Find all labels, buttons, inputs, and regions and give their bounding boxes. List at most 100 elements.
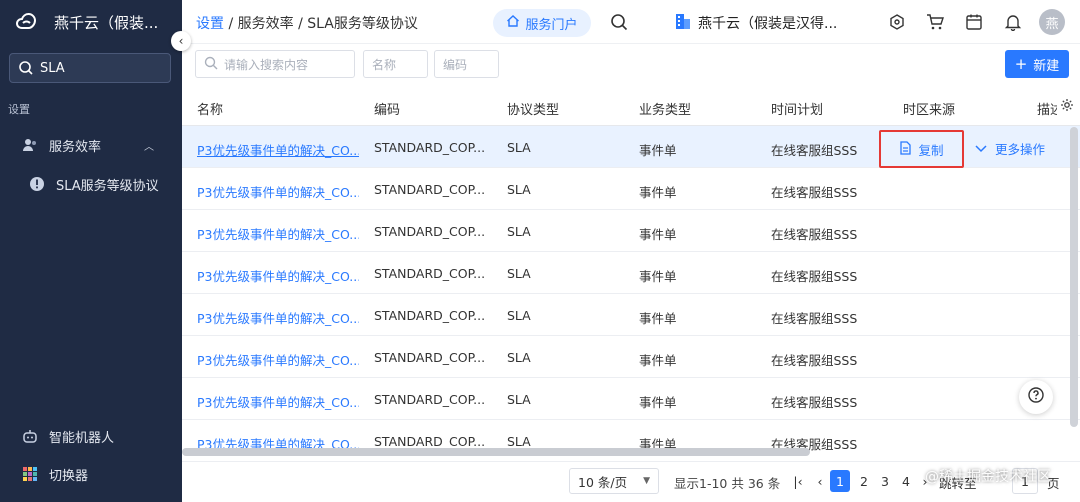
horizontal-scrollbar[interactable] <box>182 448 810 456</box>
row-time-plan: 在线客服组SSS <box>771 227 858 242</box>
home-icon <box>506 14 520 32</box>
row-protocol-type: SLA <box>507 266 531 281</box>
row-protocol-type: SLA <box>507 392 531 407</box>
row-time-plan: 在线客服组SSS <box>771 143 858 158</box>
table-row[interactable]: P3优先级事件单的解决_CO... STANDARD_COP... SLA 事件… <box>182 336 1080 378</box>
question-icon <box>1028 387 1044 407</box>
row-protocol-type: SLA <box>507 224 531 239</box>
row-protocol-type: SLA <box>507 140 531 155</box>
tenant-switcher[interactable]: 燕千云（假装是汉得... <box>674 12 864 34</box>
copy-button[interactable]: 复制 <box>879 130 964 168</box>
row-code: STANDARD_COP... <box>374 266 486 281</box>
search-icon <box>18 60 34 76</box>
help-button[interactable] <box>1019 380 1053 414</box>
table-row[interactable]: P3优先级事件单的解决_CO... STANDARD_COP... SLA 事件… <box>182 210 1080 252</box>
search-icon <box>204 56 218 73</box>
table-row[interactable]: P3优先级事件单的解决_CO... STANDARD_COP... SLA 事件… <box>182 252 1080 294</box>
row-business-type: 事件单 <box>639 353 677 368</box>
sidebar-item-label: 切换器 <box>49 468 89 484</box>
vertical-scrollbar[interactable] <box>1070 127 1078 427</box>
column-header-business-type[interactable]: 业务类型 <box>639 99 691 118</box>
new-button[interactable]: + 新建 <box>1005 50 1069 78</box>
caret-down-icon: ▼ <box>643 476 650 486</box>
robot-icon <box>20 426 40 446</box>
topbar: 设置 / 服务效率 / SLA服务等级协议 服务门户 燕千云（假装是汉得... … <box>182 0 1080 44</box>
copy-icon <box>899 140 912 158</box>
sidebar-item-label: 服务效率 <box>49 139 102 155</box>
breadcrumb-rest: / 服务效率 / SLA服务等级协议 <box>224 16 418 32</box>
row-code: STANDARD_COP... <box>374 182 486 197</box>
sidebar-header: 燕千云（假装... <box>0 0 182 44</box>
row-name-link[interactable]: P3优先级事件单的解决_CO... <box>197 350 359 369</box>
code-filter-placeholder: 编码 <box>443 57 468 72</box>
bell-icon[interactable] <box>1004 13 1022 32</box>
row-protocol-type: SLA <box>507 182 531 197</box>
row-business-type: 事件单 <box>639 269 677 284</box>
name-filter-placeholder: 名称 <box>372 57 397 72</box>
table-row[interactable]: P3优先级事件单的解决_CO... STANDARD_COP... SLA 事件… <box>182 294 1080 336</box>
service-portal-button[interactable]: 服务门户 <box>493 9 591 37</box>
name-filter-input[interactable]: 名称 <box>363 50 428 78</box>
table-row[interactable]: P3优先级事件单的解决_CO... STANDARD_COP... SLA 事件… <box>182 126 1080 168</box>
sidebar-section-label: 设置 <box>8 103 30 116</box>
calendar-icon[interactable] <box>965 13 983 31</box>
column-header-code[interactable]: 编码 <box>374 99 400 118</box>
row-code: STANDARD_COP... <box>374 392 486 407</box>
sidebar-item-service-efficiency[interactable]: 服务效率 ︿ <box>0 127 182 163</box>
row-protocol-type: SLA <box>507 308 531 323</box>
column-header-timezone-source[interactable]: 时区来源 <box>903 99 955 118</box>
page-1[interactable]: 1 <box>830 470 850 492</box>
row-name-link[interactable]: P3优先级事件单的解决_CO... <box>197 182 359 201</box>
copy-label: 复制 <box>918 142 944 158</box>
avatar[interactable]: 燕 <box>1039 9 1065 35</box>
page-2[interactable]: 2 <box>856 470 872 492</box>
code-filter-input[interactable]: 编码 <box>434 50 499 78</box>
row-time-plan: 在线客服组SSS <box>771 353 858 368</box>
column-settings-icon[interactable] <box>1060 98 1074 116</box>
row-name-link[interactable]: P3优先级事件单的解决_CO... <box>197 392 359 411</box>
more-actions-button[interactable]: 更多操作 <box>975 139 1045 158</box>
search-input[interactable]: 请输入搜索内容 <box>195 50 355 78</box>
chevron-up-icon: ︿ <box>144 141 154 153</box>
row-protocol-type: SLA <box>507 434 531 449</box>
sidebar-item-label: SLA服务等级协议 <box>56 178 159 194</box>
sidebar-item-switcher[interactable]: 切换器 <box>0 456 182 492</box>
breadcrumb-link-settings[interactable]: 设置 <box>196 16 224 32</box>
column-header-protocol-type[interactable]: 协议类型 <box>507 99 559 118</box>
page-size-value: 10 条/页 <box>578 474 628 490</box>
row-business-type: 事件单 <box>639 395 677 410</box>
table-row[interactable]: P3优先级事件单的解决_CO... STANDARD_COP... SLA 事件… <box>182 168 1080 210</box>
row-business-type: 事件单 <box>639 311 677 326</box>
row-name-link[interactable]: P3优先级事件单的解决_CO... <box>197 224 359 243</box>
new-button-label: 新建 <box>1033 58 1060 74</box>
collapse-sidebar-button[interactable]: ‹ <box>171 31 191 51</box>
page-size-select[interactable]: 10 条/页 ▼ <box>569 468 659 494</box>
prev-page-icon[interactable]: ‹ <box>812 470 828 492</box>
first-page-icon[interactable]: |‹ <box>790 470 806 492</box>
table-row[interactable]: P3优先级事件单的解决_CO... STANDARD_COP... SLA 事件… <box>182 378 1080 420</box>
column-header-name[interactable]: 名称 <box>197 99 223 118</box>
row-name-link[interactable]: P3优先级事件单的解决_CO... <box>197 140 359 159</box>
search-icon[interactable] <box>610 13 628 35</box>
column-header-description[interactable]: 描述 <box>1037 99 1057 118</box>
hexagon-settings-icon[interactable] <box>888 13 906 31</box>
cart-icon[interactable] <box>926 13 944 31</box>
more-actions-label: 更多操作 <box>995 142 1046 157</box>
pagination-info: 显示1-10 共 36 条 <box>674 476 781 491</box>
sidebar-item-sla[interactable]: SLA服务等级协议 <box>0 166 182 202</box>
sidebar-item-label: 智能机器人 <box>49 430 115 446</box>
page-4[interactable]: 4 <box>898 470 914 492</box>
column-header-time-plan[interactable]: 时间计划 <box>771 99 823 118</box>
row-business-type: 事件单 <box>639 227 677 242</box>
watermark: @稀土掘金技术社区 <box>925 469 1051 485</box>
sidebar-item-robot[interactable]: 智能机器人 <box>0 418 182 454</box>
cloud-logo-icon <box>14 9 40 35</box>
row-name-link[interactable]: P3优先级事件单的解决_CO... <box>197 266 359 285</box>
table-header: 名称 编码 协议类型 业务类型 时间计划 时区来源 描述 <box>182 86 1080 126</box>
sidebar-search-input[interactable]: SLA <box>9 53 171 83</box>
page-3[interactable]: 3 <box>877 470 893 492</box>
row-code: STANDARD_COP... <box>374 434 486 449</box>
row-code: STANDARD_COP... <box>374 350 486 365</box>
row-name-link[interactable]: P3优先级事件单的解决_CO... <box>197 308 359 327</box>
alert-icon <box>27 174 47 194</box>
